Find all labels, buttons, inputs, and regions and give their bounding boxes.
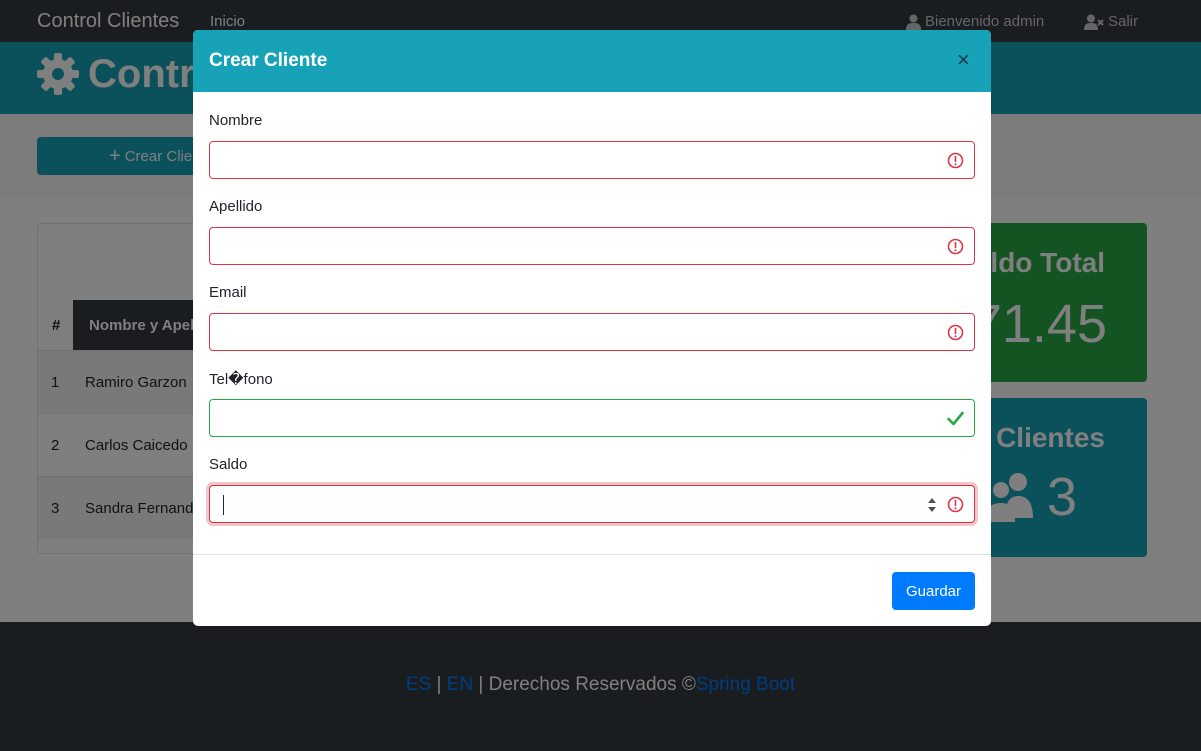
modal-header: Crear Cliente × [193,30,991,92]
email-field[interactable] [209,313,975,351]
modal-footer-divider [193,554,991,555]
label-saldo: Saldo [209,456,248,473]
label-apellido: Apellido [209,198,263,215]
telefono-field[interactable] [209,399,975,437]
label-nombre: Nombre [209,112,263,129]
label-telefono: Tel�fono [209,371,273,388]
error-icon [947,238,964,255]
text-caret [223,495,224,515]
number-spinner-icon[interactable] [926,495,938,515]
create-client-modal: Crear Cliente × Nombre Apellido Email Te… [193,30,991,626]
save-button[interactable]: Guardar [892,572,975,610]
close-icon[interactable]: × [957,49,970,71]
saldo-input[interactable] [210,486,974,522]
saldo-field[interactable] [209,485,975,523]
error-icon [947,324,964,341]
apellido-input[interactable] [210,228,974,264]
error-icon [947,152,964,169]
check-icon [947,411,964,426]
email-input[interactable] [210,314,974,350]
error-icon [947,496,964,513]
modal-title: Crear Cliente [209,50,328,71]
nombre-input[interactable] [210,142,974,178]
nombre-field[interactable] [209,141,975,179]
apellido-field[interactable] [209,227,975,265]
telefono-input[interactable] [210,400,974,436]
label-email: Email [209,284,247,301]
